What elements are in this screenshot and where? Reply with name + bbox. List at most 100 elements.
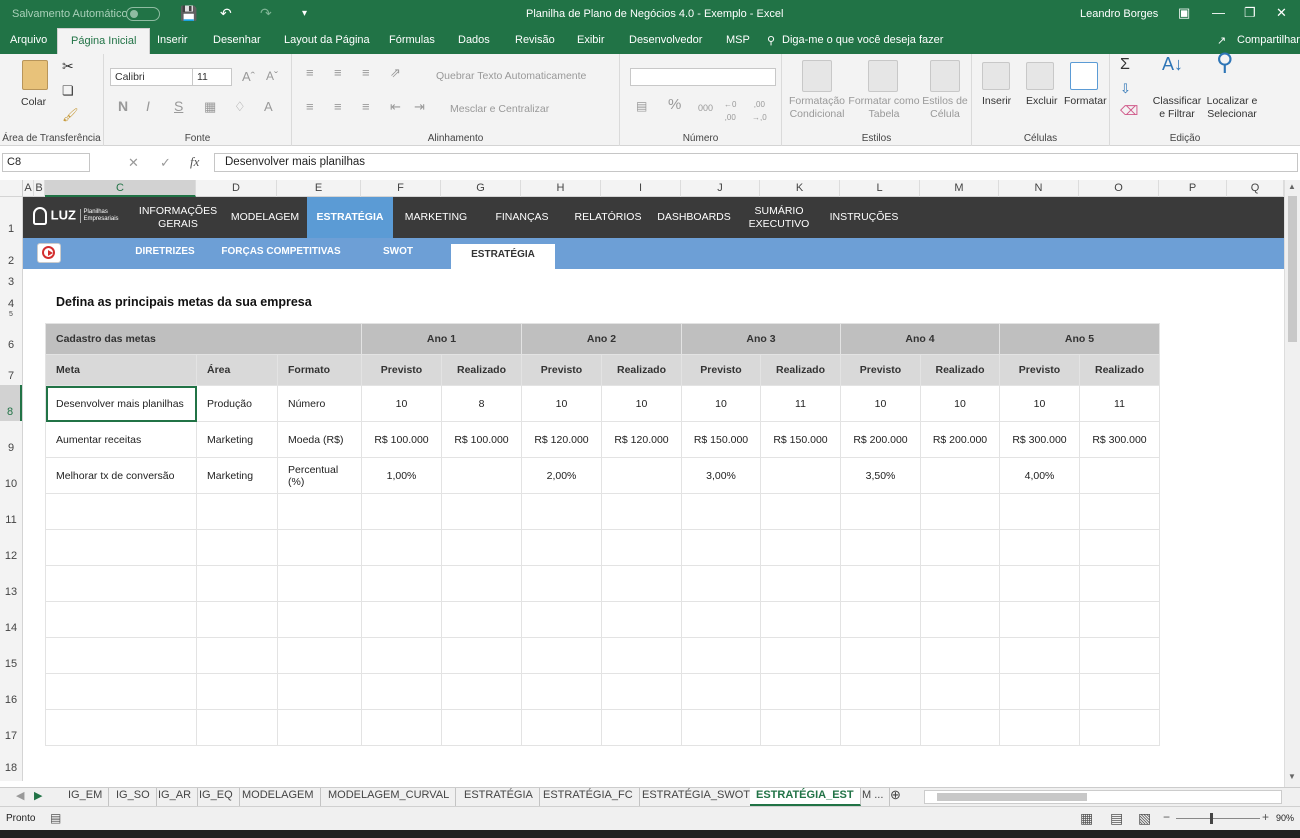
empty-cell[interactable] [840,673,921,710]
page-break-view-icon[interactable]: ▧ [1138,810,1151,827]
empty-cell[interactable] [760,529,841,566]
subnav-swot[interactable]: SWOT [375,246,421,257]
goal-value-cell[interactable]: 10 [840,385,921,422]
empty-cell[interactable] [920,493,1000,530]
find-select-button[interactable]: Localizar e Selecionar [1204,95,1260,121]
empty-cell[interactable] [277,637,362,674]
column-header-a[interactable]: A [23,180,34,197]
column-header-q[interactable]: Q [1227,180,1284,197]
goal-value-cell[interactable]: 10 [521,385,602,422]
empty-cell[interactable] [760,601,841,638]
format-painter-icon[interactable]: 🖌 [62,108,79,121]
percent-button[interactable]: % [668,97,681,112]
goal-value-cell[interactable]: 10 [920,385,1000,422]
column-header-h[interactable]: H [521,180,601,197]
accounting-icon[interactable]: ▤ [636,100,647,113]
empty-cell[interactable] [920,673,1000,710]
goal-area-cell[interactable]: Marketing [196,457,278,494]
empty-cell[interactable] [760,565,841,602]
goal-name-cell[interactable]: Desenvolver mais planilhas [45,385,197,422]
row-header-11[interactable]: 11 [0,514,22,526]
empty-cell[interactable] [361,601,442,638]
redo-icon[interactable]: ↷ [260,5,272,22]
goal-value-cell[interactable] [1079,457,1160,494]
goal-value-cell[interactable]: 10 [999,385,1080,422]
undo-icon[interactable]: ↶ [220,5,232,22]
nav-marketing[interactable]: MARKETING [393,197,479,238]
borders-icon[interactable]: ▦ [204,100,216,113]
sheet-tab[interactable]: ESTRATÉGIA_SWOT [636,788,757,806]
row-header-13[interactable]: 13 [0,586,22,598]
minimize-icon[interactable]: — [1212,5,1225,20]
row-header-8[interactable]: 8 [0,385,22,421]
sheet-tab[interactable]: IG_EQ [193,788,240,806]
empty-cell[interactable] [441,601,522,638]
empty-cell[interactable] [681,709,761,746]
format-cells-button[interactable]: Formatar [1064,95,1107,108]
empty-cell[interactable] [521,565,602,602]
empty-cell[interactable] [361,565,442,602]
ribbon-display-icon[interactable]: ▣ [1178,5,1190,21]
row-header-15[interactable]: 15 [0,658,22,670]
goal-value-cell[interactable] [601,457,682,494]
empty-cell[interactable] [1079,673,1160,710]
row-header-16[interactable]: 16 [0,694,22,706]
subnav-forcas-competitivas[interactable]: FORÇAS COMPETITIVAS [221,246,341,257]
format-table-button[interactable]: Formatar como Tabela [848,95,920,121]
empty-cell[interactable] [840,529,921,566]
column-header-b[interactable]: B [34,180,45,197]
goal-value-cell[interactable] [760,457,841,494]
goal-value-cell[interactable]: R$ 100.000 [441,421,522,458]
align-left-icon[interactable]: ≡ [306,100,314,113]
empty-cell[interactable] [361,529,442,566]
empty-cell[interactable] [277,565,362,602]
zoom-out-icon[interactable]: − [1163,810,1170,824]
empty-cell[interactable] [999,493,1080,530]
horizontal-scroll-thumb[interactable] [937,793,1087,801]
goal-value-cell[interactable]: 10 [601,385,682,422]
subnav-diretrizes[interactable]: DIRETRIZES [133,246,197,257]
goal-format-cell[interactable]: Moeda (R$) [277,421,362,458]
tab-pagina-inicial[interactable]: Página Inicial [57,28,151,54]
goal-area-cell[interactable]: Marketing [196,421,278,458]
tab-dados[interactable]: Dados [458,34,490,46]
goal-value-cell[interactable]: 11 [1079,385,1160,422]
goal-value-cell[interactable]: 4,00% [999,457,1080,494]
next-sheet-icon[interactable]: ▶ [28,788,48,806]
goal-value-cell[interactable]: R$ 150.000 [760,421,841,458]
empty-cell[interactable] [277,709,362,746]
goal-value-cell[interactable] [441,457,522,494]
enter-icon[interactable]: ✓ [160,155,171,171]
column-header-e[interactable]: E [277,180,361,197]
empty-cell[interactable] [521,493,602,530]
empty-cell[interactable] [999,529,1080,566]
empty-cell[interactable] [196,493,278,530]
empty-cell[interactable] [45,637,197,674]
empty-cell[interactable] [601,637,682,674]
play-video-icon[interactable] [37,243,61,263]
row-header-9[interactable]: 9 [0,442,22,454]
name-box[interactable]: C8 [2,153,90,172]
cancel-icon[interactable]: ✕ [128,155,139,171]
goal-value-cell[interactable]: R$ 200.000 [840,421,921,458]
italic-button[interactable]: I [146,99,150,113]
insert-cells-button[interactable]: Inserir [982,95,1011,108]
column-header-n[interactable]: N [999,180,1079,197]
goal-value-cell[interactable]: R$ 200.000 [920,421,1000,458]
empty-cell[interactable] [1079,601,1160,638]
goal-value-cell[interactable]: 1,00% [361,457,442,494]
conditional-format-button[interactable]: Formatação Condicional [784,95,850,121]
row-header-10[interactable]: 10 [0,478,22,490]
select-all-corner[interactable] [0,180,23,197]
horizontal-scrollbar[interactable] [924,790,1282,804]
row-header-17[interactable]: 17 [0,730,22,742]
nav-financas[interactable]: FINANÇAS [479,197,565,238]
empty-cell[interactable] [45,709,197,746]
align-middle-icon[interactable]: ≡ [334,66,342,79]
tab-revisao[interactable]: Revisão [515,34,555,46]
empty-cell[interactable] [681,601,761,638]
tab-arquivo[interactable]: Arquivo [10,34,47,46]
comma-style-button[interactable]: 000 [698,102,713,115]
empty-cell[interactable] [277,493,362,530]
font-size-select[interactable]: 11 [192,68,232,86]
